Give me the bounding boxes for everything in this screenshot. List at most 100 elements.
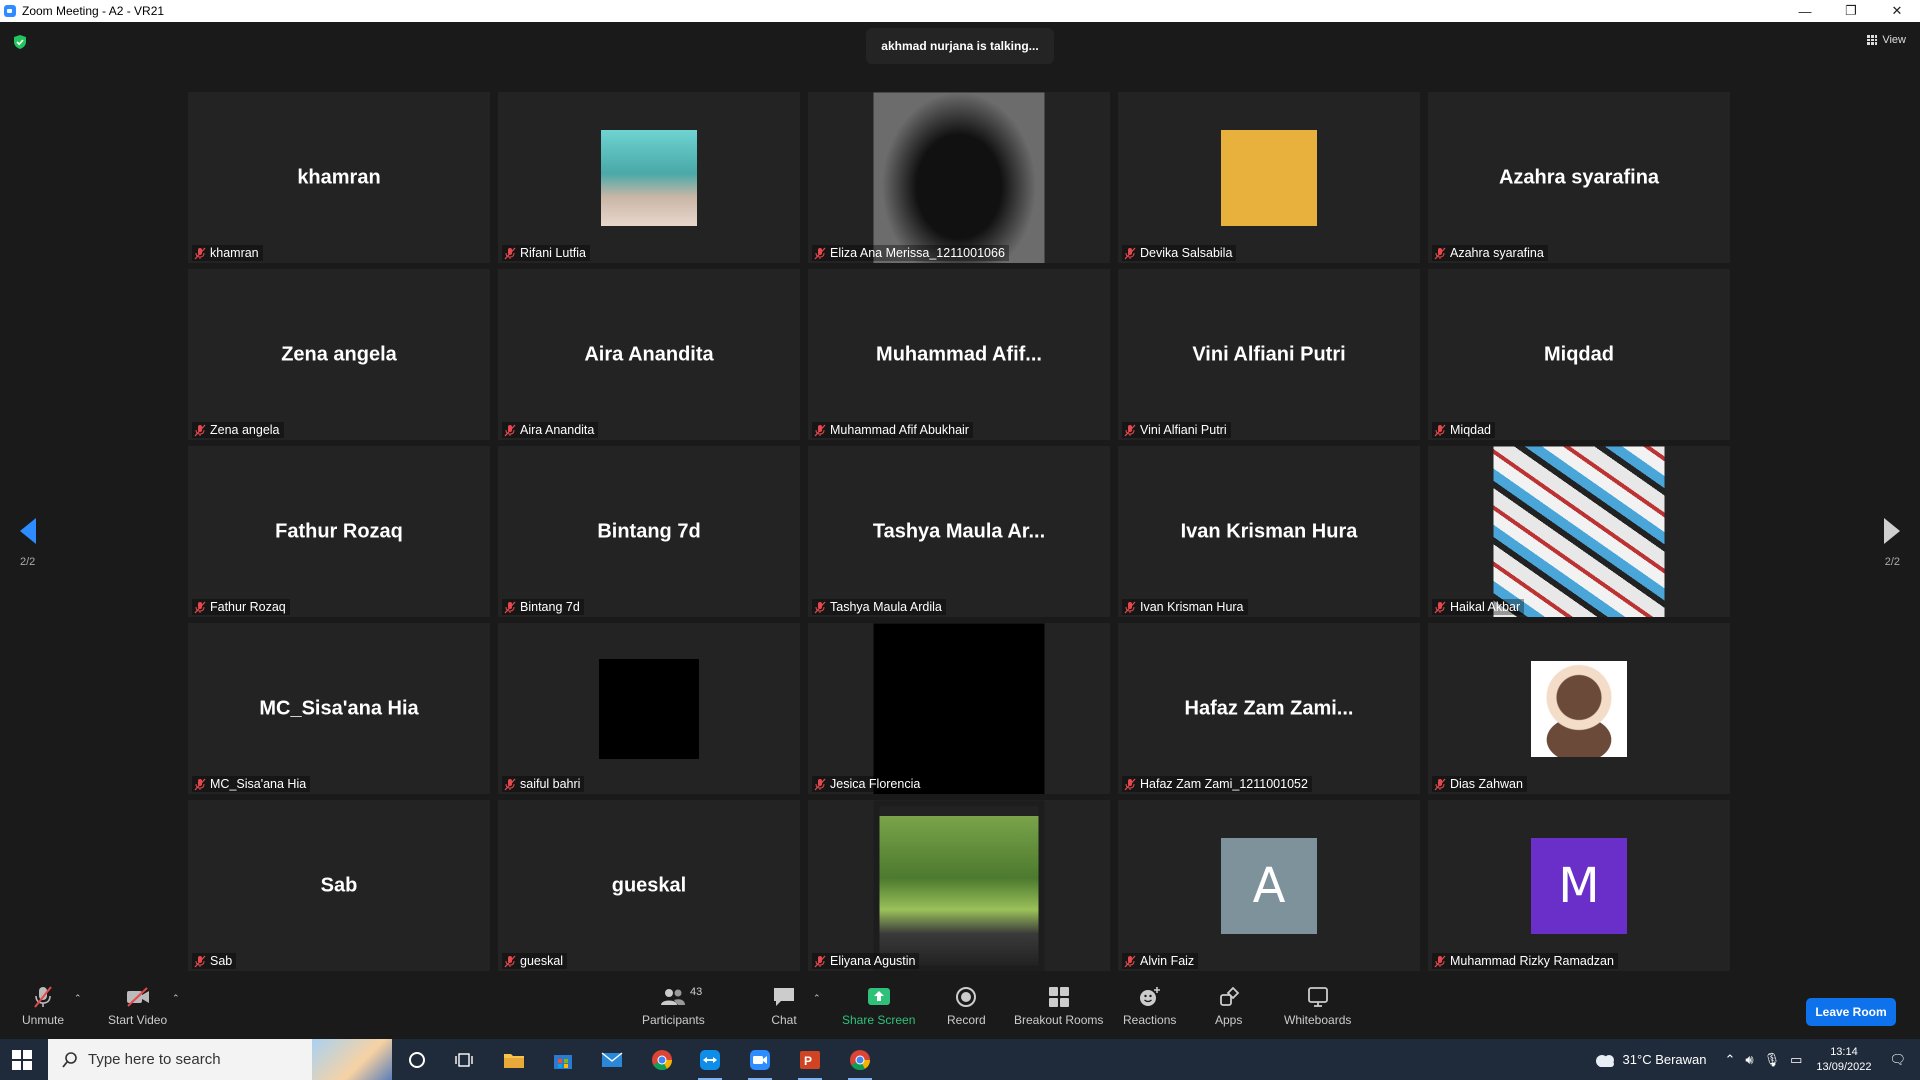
audio-options-caret-icon[interactable]: ⌃	[74, 993, 82, 1004]
chat-button[interactable]: Chat	[771, 985, 797, 1027]
participant-name: Fathur Rozaq	[210, 600, 286, 614]
participant-tile[interactable]: gueskal gueskal	[498, 800, 800, 971]
powerpoint-icon[interactable]: P	[795, 1045, 825, 1080]
start-video-button[interactable]: Start Video	[108, 985, 167, 1027]
participant-tile[interactable]: A Alvin Faiz	[1118, 800, 1420, 971]
microsoft-store-icon[interactable]	[548, 1045, 578, 1075]
share-screen-button[interactable]: Share Screen	[842, 985, 915, 1027]
participant-name-label: Hafaz Zam Zami_1211001052	[1122, 776, 1312, 792]
muted-mic-icon	[194, 778, 206, 790]
weather-cloud-icon[interactable]	[1593, 1052, 1617, 1068]
participant-tile[interactable]: Fathur Rozaq Fathur Rozaq	[188, 446, 490, 617]
previous-page-arrow-icon[interactable]	[18, 516, 38, 546]
chat-options-caret-icon[interactable]: ⌃	[813, 993, 821, 1004]
participant-name: Muhammad Afif Abukhair	[830, 423, 969, 437]
muted-mic-icon	[1124, 601, 1136, 613]
unmute-button[interactable]: Unmute	[22, 985, 64, 1027]
participant-tile[interactable]: Eliza Ana Merissa_1211001066	[808, 92, 1110, 263]
participant-name: Miqdad	[1450, 423, 1491, 437]
microphone-tray-icon[interactable]: 🎙︎	[1764, 1052, 1781, 1068]
network-icon[interactable]: ▭	[1790, 1052, 1802, 1068]
participant-tile[interactable]: khamran khamran	[188, 92, 490, 263]
participant-name-label: Muhammad Afif Abukhair	[812, 422, 973, 438]
clock[interactable]: 13:14 13/09/2022	[1816, 1045, 1871, 1075]
show-hidden-icons-icon[interactable]: ⌃	[1725, 1052, 1736, 1068]
breakout-rooms-button[interactable]: Breakout Rooms	[1014, 985, 1103, 1027]
task-view-icon[interactable]	[449, 1045, 479, 1075]
participant-tile[interactable]: Bintang 7d Bintang 7d	[498, 446, 800, 617]
muted-mic-icon	[1434, 955, 1446, 967]
participant-name-label: MC_Sisa'ana Hia	[192, 776, 311, 792]
participant-name-label: Muhammad Rizky Ramadzan	[1432, 953, 1618, 969]
participant-tile[interactable]: Haikal Akbar	[1428, 446, 1730, 617]
participant-name: Jesica Florencia	[830, 777, 921, 791]
participant-tile[interactable]: M Muhammad Rizky Ramadzan	[1428, 800, 1730, 971]
video-feed	[873, 800, 1045, 971]
chat-label: Chat	[771, 1013, 797, 1027]
mail-icon[interactable]	[597, 1045, 627, 1075]
participant-name: Sab	[210, 954, 233, 968]
participant-name: Devika Salsabila	[1140, 246, 1233, 260]
teamviewer-icon[interactable]	[695, 1045, 725, 1080]
muted-mic-icon	[194, 247, 206, 259]
video-feed	[873, 92, 1045, 263]
muted-mic-icon	[814, 778, 826, 790]
chrome-window-icon[interactable]	[845, 1045, 875, 1080]
security-shield-icon[interactable]	[13, 35, 27, 49]
speaker-icon[interactable]: 🔊︎	[1745, 1052, 1753, 1068]
windows-start-icon[interactable]	[12, 1050, 32, 1070]
view-button[interactable]: View	[1867, 34, 1906, 46]
apps-button[interactable]: Apps	[1215, 985, 1242, 1027]
participant-tile[interactable]: Jesica Florencia	[808, 623, 1110, 794]
participant-tile[interactable]: Sab Sab	[188, 800, 490, 971]
search-highlight-image	[312, 1039, 392, 1080]
profile-photo	[1531, 660, 1627, 757]
cortana-icon[interactable]	[402, 1045, 432, 1075]
taskbar-search-box[interactable]: Type here to search	[48, 1039, 392, 1080]
participant-tile[interactable]: MC_Sisa'ana Hia MC_Sisa'ana Hia	[188, 623, 490, 794]
restore-button[interactable]: ❐	[1828, 0, 1874, 22]
participant-tile[interactable]: Rifani Lutfia	[498, 92, 800, 263]
page-indicator-right: 2/2	[1884, 556, 1900, 568]
participant-tile[interactable]: Hafaz Zam Zami... Hafaz Zam Zami_12110010…	[1118, 623, 1420, 794]
notifications-icon[interactable]: 🗨︎	[1889, 1052, 1906, 1068]
chrome-icon[interactable]	[647, 1045, 677, 1075]
muted-microphone-icon	[30, 985, 56, 1009]
participant-tile[interactable]: Zena angela Zena angela	[188, 269, 490, 440]
next-page-arrow-icon[interactable]	[1882, 516, 1902, 546]
participant-tile[interactable]: Ivan Krisman Hura Ivan Krisman Hura	[1118, 446, 1420, 617]
share-screen-label: Share Screen	[842, 1013, 916, 1027]
video-options-caret-icon[interactable]: ⌃	[172, 993, 180, 1004]
reactions-button[interactable]: Reactions	[1123, 985, 1176, 1027]
window-title: Zoom Meeting - A2 - VR21	[22, 4, 165, 18]
participant-display-name: Tashya Maula Ar...	[872, 520, 1046, 542]
participant-tile[interactable]: Miqdad Miqdad	[1428, 269, 1730, 440]
participant-tile[interactable]: Tashya Maula Ar... Tashya Maula Ardila	[808, 446, 1110, 617]
leave-room-button[interactable]: Leave Room	[1806, 998, 1896, 1026]
participant-tile[interactable]: Vini Alfiani Putri Vini Alfiani Putri	[1118, 269, 1420, 440]
zoom-taskbar-icon[interactable]	[745, 1045, 775, 1080]
participant-tile[interactable]: Dias Zahwan	[1428, 623, 1730, 794]
participant-tile[interactable]: Azahra syarafina Azahra syarafina	[1428, 92, 1730, 263]
whiteboards-button[interactable]: Whiteboards	[1284, 985, 1351, 1027]
participant-display-name: Azahra syarafina	[1498, 166, 1660, 188]
participant-tile[interactable]: Devika Salsabila	[1118, 92, 1420, 263]
record-button[interactable]: Record	[947, 985, 986, 1027]
participant-display-name: Hafaz Zam Zami...	[1184, 697, 1354, 719]
reactions-label: Reactions	[1123, 1013, 1177, 1027]
muted-mic-icon	[1124, 424, 1136, 436]
participant-name: Azahra syarafina	[1450, 246, 1544, 260]
breakout-rooms-icon	[1046, 985, 1072, 1009]
participant-tile[interactable]: Aira Anandita Aira Anandita	[498, 269, 800, 440]
svg-text:P: P	[804, 1054, 812, 1068]
participant-name-label: Zena angela	[192, 422, 284, 438]
participant-tile[interactable]: Eliyana Agustin	[808, 800, 1110, 971]
file-explorer-icon[interactable]	[499, 1045, 529, 1075]
participant-tile[interactable]: Muhammad Afif... Muhammad Afif Abukhair	[808, 269, 1110, 440]
minimize-button[interactable]: —	[1782, 0, 1828, 22]
muted-mic-icon	[1434, 247, 1446, 259]
weather-text[interactable]: 31°C Berawan	[1623, 1052, 1707, 1067]
participant-name-label: Fathur Rozaq	[192, 599, 290, 615]
participant-tile[interactable]: saiful bahri	[498, 623, 800, 794]
close-button[interactable]: ✕	[1874, 0, 1920, 22]
